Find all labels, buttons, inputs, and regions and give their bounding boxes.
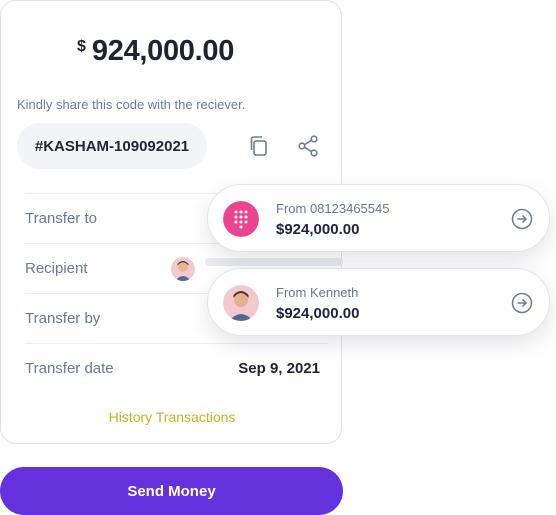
notification-card-kenneth[interactable]: From Kenneth $924,000.00: [207, 268, 550, 336]
notification-amount: $924,000.00: [276, 305, 360, 322]
amount-value: 924,000.00: [91, 35, 235, 67]
transfer-by-label: Transfer by: [25, 310, 101, 327]
share-icon[interactable]: [296, 134, 320, 158]
copy-icon[interactable]: [247, 134, 271, 158]
notification-sender: From 08123465545: [276, 201, 390, 216]
transfer-to-label: Transfer to: [25, 210, 97, 227]
transfer-date-label: Transfer date: [25, 360, 114, 377]
avatar: [223, 285, 259, 321]
arrow-right-circle-icon[interactable]: [511, 208, 533, 230]
history-transactions-link[interactable]: History Transactions: [1, 409, 343, 425]
recipient-label: Recipient: [25, 260, 88, 277]
transfer-date-value: Sep 9, 2021: [238, 360, 320, 377]
notification-card-phone[interactable]: From 08123465545 $924,000.00: [207, 184, 550, 252]
recipient-name-placeholder: [205, 258, 343, 266]
keypad-icon: [223, 201, 259, 237]
currency-symbol: $: [77, 38, 86, 55]
recipient-avatar: [171, 257, 195, 281]
notification-sender: From Kenneth: [276, 285, 359, 300]
arrow-right-circle-icon[interactable]: [511, 292, 533, 314]
notification-amount: $924,000.00: [276, 221, 360, 238]
balance-amount: $ 924,000.00: [77, 35, 234, 68]
send-money-button[interactable]: Send Money: [0, 467, 343, 515]
transfer-date-row: Transfer date Sep 9, 2021: [25, 343, 328, 393]
transfer-code[interactable]: #KASHAM-109092021: [17, 123, 207, 169]
share-hint: Kindly share this code with the reciever…: [17, 97, 246, 112]
